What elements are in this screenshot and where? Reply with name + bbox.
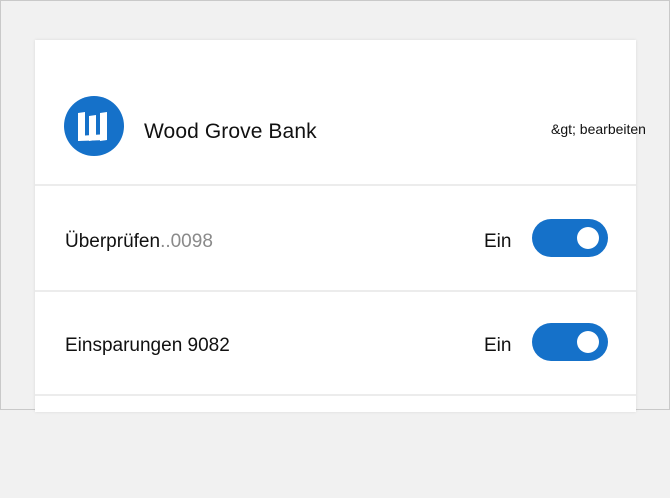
toggle-knob: [577, 227, 599, 249]
account-number: ..0098: [160, 231, 213, 252]
toggle-state-label: Ein: [484, 231, 512, 252]
toggle-state-label: Ein: [484, 335, 512, 356]
account-row-savings: Einsparungen 9082 Ein: [35, 290, 636, 396]
accounts-card: Wood Grove Bank &gt; bearbeiten Überprüf…: [35, 40, 646, 412]
account-label: Einsparungen 9082: [65, 335, 230, 356]
edit-bank-link[interactable]: &gt; bearbeiten: [551, 121, 646, 137]
checking-toggle[interactable]: [532, 219, 608, 257]
bank-logo-icon: [64, 96, 124, 156]
bank-header: Wood Grove Bank &gt; bearbeiten: [35, 40, 646, 186]
account-name: Überprüfen: [65, 231, 161, 252]
account-row-checking: Überprüfen..0098 Ein: [35, 186, 636, 292]
savings-toggle[interactable]: [532, 323, 608, 361]
bank-name: Wood Grove Bank: [144, 120, 317, 143]
account-label: Überprüfen..0098: [65, 231, 213, 253]
toggle-knob: [577, 331, 599, 353]
